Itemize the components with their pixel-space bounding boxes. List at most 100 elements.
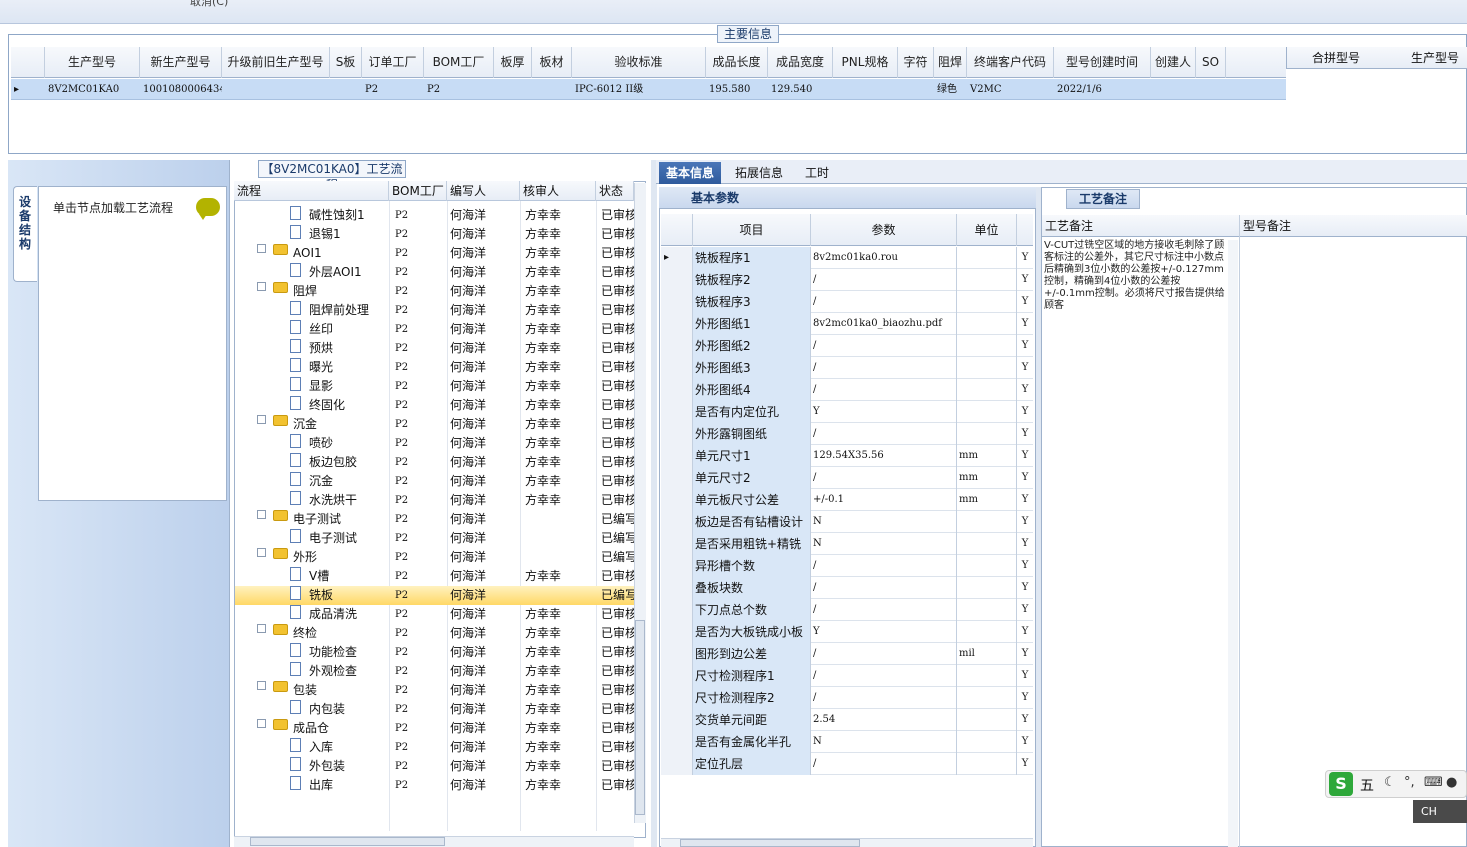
- tree-row[interactable]: − 包装 P2 何海洋 方幸幸 已审核: [235, 681, 634, 700]
- main-grid-cell[interactable]: IPC-6012 II级: [572, 79, 706, 100]
- tree-row[interactable]: V槽 P2 何海洋 方幸幸 已审核: [235, 567, 634, 586]
- main-grid-cell[interactable]: [494, 79, 532, 100]
- param-value[interactable]: 8v2mc01ka0.rou: [811, 247, 957, 269]
- param-row[interactable]: 外形图纸1 8v2mc01ka0_biaozhu.pdf Y: [661, 313, 1033, 335]
- param-row[interactable]: 是否为大板铣成小板 Y Y: [661, 621, 1033, 643]
- main-col-header[interactable]: SO: [1196, 47, 1226, 78]
- param-value[interactable]: /: [811, 291, 957, 313]
- tree-row[interactable]: 铣板 P2 何海洋 已编写: [235, 586, 634, 605]
- main-grid-cell[interactable]: 129.540: [768, 79, 833, 100]
- main-col-header[interactable]: 订单工厂: [362, 47, 424, 78]
- param-value[interactable]: /: [811, 753, 957, 775]
- params-horizontal-thumb[interactable]: [680, 839, 860, 847]
- tree-row[interactable]: 水洗烘干 P2 何海洋 方幸幸 已审核: [235, 491, 634, 510]
- main-col-header[interactable]: PNL规格: [833, 47, 898, 78]
- param-value[interactable]: /: [811, 357, 957, 379]
- remark-scrollbar[interactable]: [1228, 240, 1238, 847]
- main-col-header[interactable]: S板: [330, 47, 362, 78]
- tree-row[interactable]: − 阻焊 P2 何海洋 方幸幸 已审核: [235, 282, 634, 301]
- param-value[interactable]: Y: [811, 401, 957, 423]
- tree-row[interactable]: 板边包胶 P2 何海洋 方幸幸 已审核: [235, 453, 634, 472]
- param-value[interactable]: 2.54: [811, 709, 957, 731]
- tree-row[interactable]: − AOI1 P2 何海洋 方幸幸 已审核: [235, 244, 634, 263]
- param-row[interactable]: 外形图纸2/ Y: [661, 335, 1033, 357]
- param-row[interactable]: 定位孔层 / Y: [661, 753, 1033, 775]
- param-value[interactable]: /: [811, 269, 957, 291]
- main-grid-cell[interactable]: [898, 79, 934, 100]
- tree-row[interactable]: 丝印 P2 何海洋 方幸幸 已审核: [235, 320, 634, 339]
- main-col-header[interactable]: 验收标准: [572, 47, 706, 78]
- param-row[interactable]: 是否有金属化半孔 N Y: [661, 731, 1033, 753]
- main-col-header[interactable]: 新生产型号: [140, 47, 222, 78]
- tree-row[interactable]: 曝光 P2 何海洋 方幸幸 已审核: [235, 358, 634, 377]
- param-value[interactable]: /: [811, 379, 957, 401]
- params-col-item[interactable]: 项目: [693, 214, 811, 246]
- tree-row[interactable]: 外观检查 P2 何海洋 方幸幸 已审核: [235, 662, 634, 681]
- param-value[interactable]: /: [811, 577, 957, 599]
- tree-row[interactable]: 出库 P2 何海洋 方幸幸 已审核: [235, 776, 634, 795]
- param-value[interactable]: 8v2mc01ka0_biaozhu.pdf: [811, 313, 957, 335]
- param-value[interactable]: N: [811, 731, 957, 753]
- tree-col-reviewer[interactable]: 核审人: [520, 181, 596, 201]
- param-row[interactable]: 异形槽个数 / Y: [661, 555, 1033, 577]
- main-col-header[interactable]: 生产型号: [45, 47, 140, 78]
- collapse-icon[interactable]: −: [257, 624, 266, 633]
- tree-row[interactable]: − 成品仓 P2 何海洋 方幸幸 已审核: [235, 719, 634, 738]
- tab-basic-info[interactable]: 基本信息: [659, 162, 721, 184]
- language-indicator[interactable]: CH: [1413, 800, 1467, 823]
- tree-row[interactable]: 成品清洗 P2 何海洋 方幸幸 已审核: [235, 605, 634, 624]
- tree-col-bom[interactable]: BOM工厂: [389, 181, 447, 201]
- param-value[interactable]: N: [811, 533, 957, 555]
- process-remark-tab[interactable]: 工艺备注: [1066, 189, 1140, 209]
- collapse-icon[interactable]: −: [257, 244, 266, 253]
- main-grid-cell[interactable]: [1196, 79, 1226, 100]
- tree-row[interactable]: 内包装 P2 何海洋 方幸幸 已审核: [235, 700, 634, 719]
- param-row[interactable]: 外形图纸4/ Y: [661, 379, 1033, 401]
- ime-mode[interactable]: 五: [1360, 775, 1374, 795]
- tree-vertical-thumb[interactable]: [635, 620, 645, 815]
- main-col-header[interactable]: 创建人: [1151, 47, 1196, 78]
- main-col-header[interactable]: 字符: [898, 47, 934, 78]
- tab-work-hours[interactable]: 工时: [797, 162, 837, 184]
- tree-row[interactable]: − 终检 P2 何海洋 方幸幸 已审核: [235, 624, 634, 643]
- main-grid-cell[interactable]: [833, 79, 898, 100]
- tree-row[interactable]: 外包装 P2 何海洋 方幸幸 已审核: [235, 757, 634, 776]
- tree-col-writer[interactable]: 编写人: [447, 181, 520, 201]
- param-value[interactable]: /: [811, 555, 957, 577]
- param-row[interactable]: 交货单元间距 2.54 Y: [661, 709, 1033, 731]
- param-row[interactable]: 图形到边公差 / mil Y: [661, 643, 1033, 665]
- tree-row[interactable]: − 沉金 P2 何海洋 方幸幸 已审核: [235, 415, 634, 434]
- param-value[interactable]: 129.54X35.56: [811, 445, 957, 467]
- equipment-structure-tab[interactable]: 设备结构: [13, 186, 37, 282]
- param-value[interactable]: /: [811, 665, 957, 687]
- collapse-icon[interactable]: −: [257, 415, 266, 424]
- process-remark-text[interactable]: V-CUT过铣空区域的地方接收毛刺除了顾客标注的公差外，其它尺寸标注中小数点后精…: [1044, 240, 1228, 312]
- tree-row[interactable]: 喷砂 P2 何海洋 方幸幸 已审核: [235, 434, 634, 453]
- tree-row[interactable]: 入库 P2 何海洋 方幸幸 已审核: [235, 738, 634, 757]
- main-grid-cell[interactable]: 195.580: [706, 79, 768, 100]
- param-row[interactable]: 外形露铜图纸 / Y: [661, 423, 1033, 445]
- param-value[interactable]: Y: [811, 621, 957, 643]
- main-grid-cell[interactable]: [532, 79, 572, 100]
- tree-row[interactable]: 显影 P2 何海洋 方幸幸 已审核: [235, 377, 634, 396]
- main-grid-cell[interactable]: 10010800064341: [140, 79, 222, 100]
- tree-row[interactable]: 预烘 P2 何海洋 方幸幸 已审核: [235, 339, 634, 358]
- tree-col-flow[interactable]: 流程: [234, 181, 389, 201]
- main-grid-cell[interactable]: 2022/1/6: [1054, 79, 1151, 100]
- tree-row[interactable]: 退锡1 P2 何海洋 方幸幸 已审核: [235, 225, 634, 244]
- collapse-icon[interactable]: −: [257, 719, 266, 728]
- param-value[interactable]: /: [811, 467, 957, 489]
- main-grid-cell[interactable]: P2: [362, 79, 424, 100]
- main-col-header[interactable]: 终端客户代码: [967, 47, 1054, 78]
- main-grid-row[interactable]: ▸ 8V2MC01KA010010800064341 P2P2 IPC-6012 II…: [11, 79, 1286, 100]
- ime-logo-icon[interactable]: S: [1329, 772, 1353, 796]
- tree-row[interactable]: 电子测试 P2 何海洋 已编写: [235, 529, 634, 548]
- main-col-header[interactable]: 成品长度: [706, 47, 768, 78]
- param-value[interactable]: N: [811, 511, 957, 533]
- param-row[interactable]: 铣板程序3/ Y: [661, 291, 1033, 313]
- main-grid-cell[interactable]: 8V2MC01KA0: [45, 79, 140, 100]
- main-grid-cell[interactable]: [330, 79, 362, 100]
- tab-extended-info[interactable]: 拓展信息: [728, 162, 790, 184]
- param-row[interactable]: 尺寸检测程序1/ Y: [661, 665, 1033, 687]
- tree-row[interactable]: 沉金 P2 何海洋 方幸幸 已审核: [235, 472, 634, 491]
